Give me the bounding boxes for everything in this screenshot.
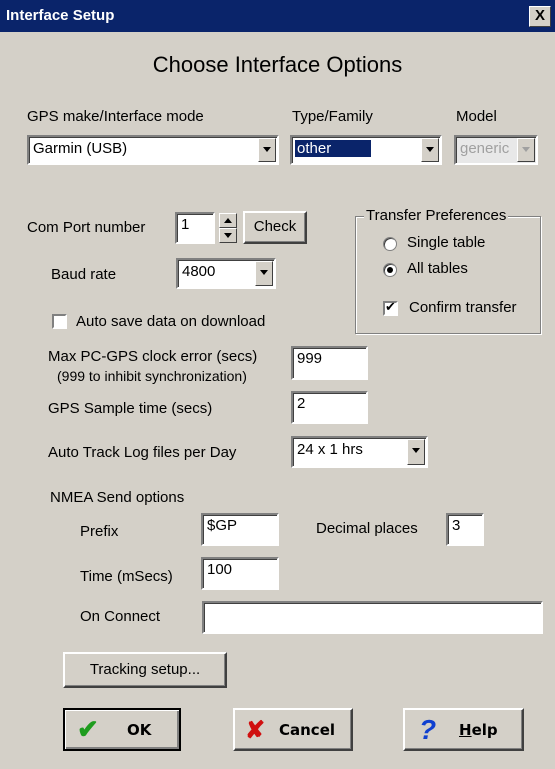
cancel-button[interactable]: ✘ Cancel <box>233 708 353 751</box>
gps-make-label: GPS make/Interface mode <box>27 108 204 125</box>
transfer-preferences-title: Transfer Preferences <box>364 207 509 224</box>
tracking-setup-button[interactable]: Tracking setup... <box>63 652 227 688</box>
chevron-down-icon[interactable] <box>255 261 273 286</box>
auto-save-checkbox[interactable] <box>52 314 67 329</box>
single-table-radio[interactable] <box>383 237 397 251</box>
chevron-down-icon[interactable] <box>421 138 439 162</box>
ok-button[interactable]: ✔ OK <box>63 708 181 751</box>
all-tables-label: All tables <box>407 260 468 277</box>
clock-error-label: Max PC-GPS clock error (secs) <box>48 348 258 365</box>
all-tables-radio[interactable] <box>383 263 397 277</box>
close-icon: X <box>534 7 545 24</box>
baud-rate-select[interactable]: 4800 <box>176 258 276 289</box>
baud-rate-value: 4800 <box>182 263 216 280</box>
sample-time-label: GPS Sample time (secs) <box>48 400 213 417</box>
clock-error-hint: (999 to inhibit synchronization) <box>57 368 247 384</box>
type-family-select[interactable]: other <box>290 135 442 165</box>
page-heading: Choose Interface Options <box>152 52 403 77</box>
clock-error-field[interactable]: 999 <box>291 346 368 380</box>
track-log-select[interactable]: 24 x 1 hrs <box>291 436 428 468</box>
time-msecs-field[interactable]: 100 <box>201 557 279 590</box>
com-port-field[interactable]: 1 <box>175 212 215 244</box>
window-title: Interface Setup <box>6 7 115 24</box>
chevron-down-icon[interactable] <box>258 138 276 162</box>
confirm-transfer-checkbox[interactable] <box>383 299 398 316</box>
chevron-down-icon[interactable] <box>407 439 425 465</box>
title-bar: Interface Setup X <box>0 0 555 32</box>
nmea-section-title: NMEA Send options <box>50 489 185 506</box>
type-family-value: other <box>293 139 373 158</box>
spin-up-icon[interactable] <box>219 213 237 228</box>
track-log-value: 24 x 1 hrs <box>297 441 363 458</box>
help-button[interactable]: ? Help <box>403 708 524 751</box>
cancel-x-icon: ✘ <box>245 717 266 744</box>
com-port-label: Com Port number <box>27 219 146 236</box>
close-button[interactable]: X <box>529 6 551 27</box>
help-question-icon: ? <box>419 714 437 745</box>
model-label: Model <box>456 108 497 125</box>
spin-down-icon[interactable] <box>219 228 237 243</box>
auto-save-label: Auto save data on download <box>76 313 266 330</box>
decimal-places-label: Decimal places <box>316 520 418 537</box>
baud-rate-label: Baud rate <box>51 266 117 283</box>
model-select: generic <box>454 135 538 165</box>
time-msecs-label: Time (mSecs) <box>80 568 173 585</box>
gps-make-select[interactable]: Garmin (USB) <box>27 135 279 165</box>
com-port-spinner[interactable] <box>219 213 237 243</box>
type-family-label: Type/Family <box>292 108 373 125</box>
prefix-field[interactable]: $GP <box>201 513 279 546</box>
chevron-down-icon <box>517 138 535 162</box>
on-connect-label: On Connect <box>80 608 161 625</box>
on-connect-field[interactable] <box>202 601 543 634</box>
prefix-label: Prefix <box>80 523 119 540</box>
check-button[interactable]: Check <box>243 211 307 244</box>
track-log-label: Auto Track Log files per Day <box>48 444 237 461</box>
cancel-label: Cancel <box>279 721 336 739</box>
ok-label: OK <box>127 721 152 739</box>
confirm-transfer-label: Confirm transfer <box>409 299 517 316</box>
decimal-places-field[interactable]: 3 <box>446 513 484 546</box>
model-value: generic <box>460 140 510 157</box>
help-label: Help <box>459 721 498 739</box>
gps-make-value: Garmin (USB) <box>33 140 128 157</box>
single-table-label: Single table <box>407 234 486 251</box>
sample-time-field[interactable]: 2 <box>291 391 368 424</box>
checkmark-icon: ✔ <box>77 714 99 744</box>
